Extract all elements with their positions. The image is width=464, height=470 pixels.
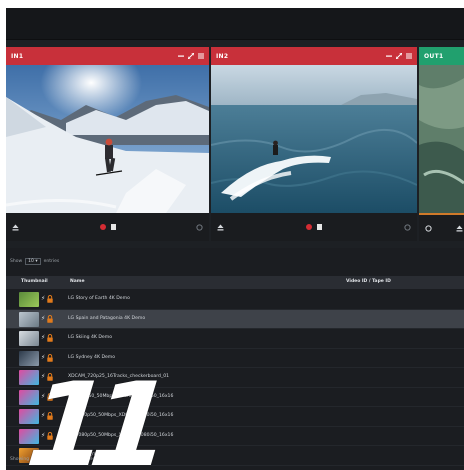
clip-name: LG Spain and Patagonia 4K Demo <box>68 315 146 321</box>
stop-icon[interactable] <box>110 224 116 230</box>
table-row[interactable]: ⚡ hd-1080p50_50Mbps_XDCAM_1080i50_16x16 <box>6 427 464 446</box>
panel-header: IN2 <box>211 47 417 65</box>
app-window: IN1 IN2 OUT1 Show 10 ▾ entries Thumbnail… <box>6 8 464 470</box>
expand-icon[interactable] <box>396 53 402 59</box>
clip-name: LG Skiing 4K Demo <box>68 335 113 340</box>
table-row[interactable]: ⚡ XDCAM_720p25_16Tracks_checkerboard_01 <box>6 368 464 388</box>
clip-name: LG Story of Earth 4K Demo <box>68 296 130 301</box>
minimize-icon[interactable] <box>178 53 184 59</box>
clip-name: XDCAM_720p25_16Tracks_checkerboard_01 <box>68 374 170 379</box>
flash-icon[interactable]: ⚡ <box>41 295 45 302</box>
lock-icon[interactable] <box>47 295 53 303</box>
top-toolbar <box>6 8 464 40</box>
record-icon[interactable] <box>306 224 312 230</box>
clip-name: hd-1080p50_50Mbps_XDCAM_1080i50_16x16 <box>68 413 174 418</box>
table-footer: Showing 1 to 9 of 9 entries 1 row select… <box>10 457 106 462</box>
table-row[interactable]: ⚡ LG Spain and Patagonia 4K Demo <box>6 309 464 329</box>
lock-icon[interactable] <box>47 314 53 323</box>
input-panel-1: IN1 <box>6 47 209 241</box>
player-controls <box>6 213 209 241</box>
menu-icon[interactable] <box>406 53 412 59</box>
clip-name: LG Sydney 4K Demo <box>68 354 116 360</box>
panel-header: IN1 <box>6 47 209 65</box>
eject-icon[interactable] <box>217 224 224 231</box>
table-row[interactable]: ⚡ LG Story of Earth 4K Demo <box>6 290 464 310</box>
clip-thumbnail <box>19 331 39 346</box>
panel-header: OUT1 <box>419 47 464 65</box>
clip-thumbnail <box>19 409 39 424</box>
loop-icon[interactable] <box>425 224 432 232</box>
panel-title: IN1 <box>11 52 24 60</box>
table-row[interactable]: ⚡ hd-1080p50_50Mbps_XDCAM_1080i50_16x16 <box>6 407 464 427</box>
flash-icon[interactable]: ⚡ <box>41 334 45 341</box>
eject-icon[interactable] <box>12 224 19 231</box>
table-row[interactable]: ⚡ sunrise_5_minutes <box>6 446 464 466</box>
clip-thumbnail <box>19 292 39 307</box>
flash-icon[interactable]: ⚡ <box>41 373 45 380</box>
column-thumbnail[interactable]: Thumbnail <box>21 279 48 284</box>
clip-name: hd-1080p50_50Mbps_XDCAM_1080i50_16x16 <box>68 432 174 438</box>
entries-select[interactable]: 10 ▾ <box>25 258 41 265</box>
eject-icon[interactable] <box>456 225 463 232</box>
flash-icon[interactable]: ⚡ <box>41 432 45 439</box>
clip-thumbnail <box>19 370 39 385</box>
video-preview-output[interactable] <box>419 65 464 213</box>
table-header: Thumbnail Name Video ID / Tape ID <box>6 276 464 289</box>
panel-title: IN2 <box>216 52 229 60</box>
table-row[interactable]: ⚡ hd-1080i50_50Mbps_XDCAM_1080p50_16x16 <box>6 388 464 407</box>
stop-icon[interactable] <box>317 224 322 230</box>
lock-icon[interactable] <box>47 392 53 401</box>
flash-icon[interactable]: ⚡ <box>41 393 45 400</box>
player-controls <box>211 213 417 241</box>
clip-thumbnail <box>19 389 39 405</box>
input-panel-2: IN2 <box>211 47 417 241</box>
panel-title: OUT1 <box>424 52 444 60</box>
flash-icon[interactable]: ⚡ <box>41 315 45 322</box>
video-preview-surf[interactable] <box>211 65 417 213</box>
table-row[interactable]: ⚡ LG Skiing 4K Demo <box>6 329 464 349</box>
expand-icon[interactable] <box>188 53 194 59</box>
clip-thumbnail <box>19 428 39 444</box>
minimize-icon[interactable] <box>386 53 392 59</box>
lock-icon[interactable] <box>47 334 53 342</box>
entries-label: entries <box>43 259 60 264</box>
player-controls <box>419 213 464 241</box>
table-body: ⚡ LG Story of Earth 4K Demo ⚡ LG Spain and … <box>6 290 464 466</box>
lock-icon[interactable] <box>47 412 53 420</box>
clip-list: Show 10 ▾ entries Thumbnail Name Video I… <box>6 248 464 470</box>
lock-icon[interactable] <box>47 373 53 381</box>
record-icon[interactable] <box>99 224 106 230</box>
settings-icon[interactable] <box>404 223 411 231</box>
video-preview-ski[interactable] <box>6 65 209 213</box>
menu-icon[interactable] <box>198 53 204 59</box>
lock-icon[interactable] <box>47 353 53 362</box>
clip-thumbnail <box>19 311 39 327</box>
column-video-id[interactable]: Video ID / Tape ID <box>346 279 391 284</box>
settings-icon[interactable] <box>196 223 203 231</box>
entries-control: Show 10 ▾ entries <box>10 258 59 265</box>
show-label: Show <box>10 259 23 264</box>
lock-icon[interactable] <box>47 431 53 440</box>
column-name[interactable]: Name <box>70 279 85 284</box>
flash-icon[interactable]: ⚡ <box>41 412 45 419</box>
output-panel-1: OUT1 <box>419 47 464 241</box>
flash-icon[interactable]: ⚡ <box>41 354 45 361</box>
clip-name: hd-1080i50_50Mbps_XDCAM_1080p50_16x16 <box>68 393 174 399</box>
clip-thumbnail <box>19 350 39 366</box>
table-row[interactable]: ⚡ LG Sydney 4K Demo <box>6 349 464 368</box>
